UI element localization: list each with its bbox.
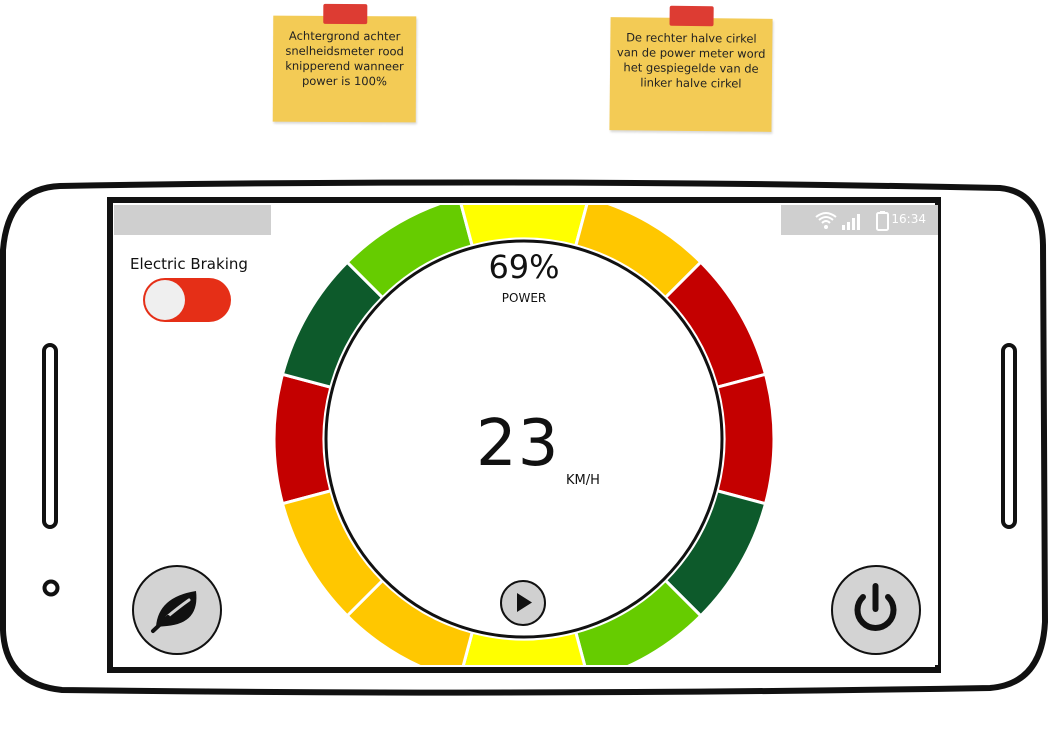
tape [322, 3, 367, 25]
electric-braking-toggle[interactable] [143, 278, 231, 322]
sticky-note-text: Achtergrond achter snelheidsmeter rood k… [285, 28, 404, 89]
power-button[interactable] [831, 565, 921, 655]
leaf-icon [151, 591, 197, 633]
eco-mode-button[interactable] [132, 565, 222, 655]
speed-value: 23 [476, 407, 560, 481]
gauge-segment [715, 372, 776, 506]
sticky-note-mirror: De rechter halve cirkel van de power met… [609, 5, 773, 132]
sticky-note-blink: Achtergrond achter snelheidsmeter rood k… [272, 3, 417, 123]
power-label: POWER [501, 291, 547, 305]
play-button[interactable] [500, 580, 546, 626]
toggle-knob[interactable] [145, 280, 185, 320]
power-icon [854, 583, 897, 631]
play-icon [517, 593, 532, 612]
speed-unit: KM/H [566, 473, 600, 488]
electric-braking-label: Electric Braking [130, 255, 248, 273]
sticky-note-text: De rechter halve cirkel van de power met… [616, 30, 766, 91]
gauge-segment [272, 372, 333, 506]
app-screen: 16:34 Electric Braking 69% POWER 23 KM/H [114, 205, 938, 665]
power-value: 69% [488, 248, 560, 286]
tape [669, 5, 714, 27]
